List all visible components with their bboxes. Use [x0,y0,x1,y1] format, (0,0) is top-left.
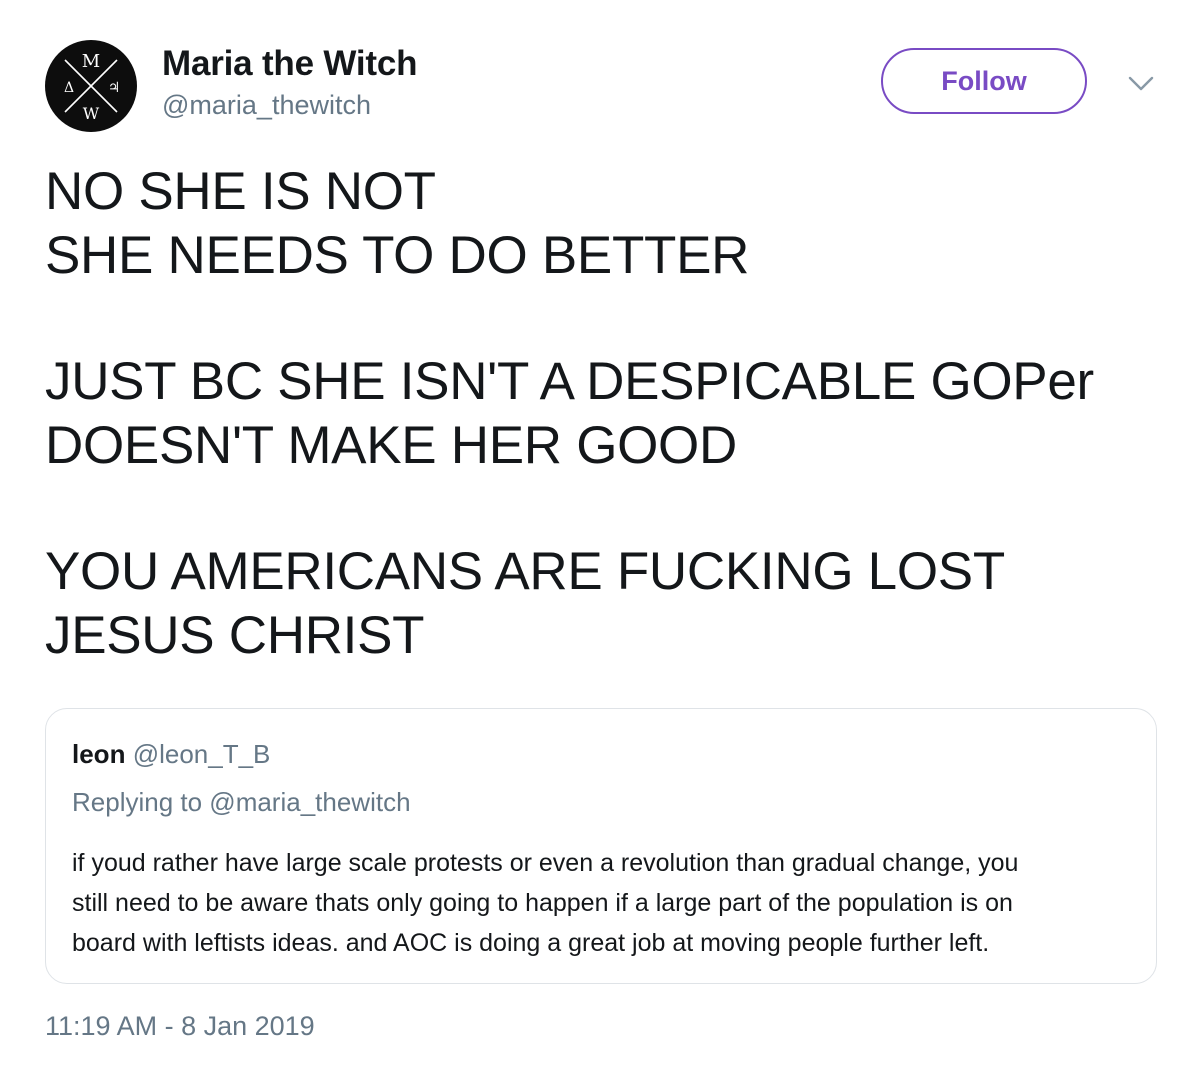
quoted-tweet-line: still need to be aware thats only going … [72,889,1013,917]
tweet-line: JUST BC SHE ISN'T A DESPICABLE GOPer [45,352,1094,411]
avatar-letter-top: M [82,51,100,72]
replying-to-label: Replying to @maria_thewitch [72,787,411,817]
avatar-letter-right: ♃ [108,80,121,96]
quoted-tweet-line: if youd rather have large scale protests… [72,849,1019,877]
tweet-line: DOESN'T MAKE HER GOOD [45,416,737,475]
tweet-timestamp[interactable]: 11:19 AM - 8 Jan 2019 [45,1011,315,1042]
more-options-button[interactable] [1126,72,1156,96]
tweet-line: JESUS CHRIST [45,606,425,665]
chevron-down-icon [1128,76,1154,91]
author-avatar[interactable]: M Δ ♃ W [45,40,137,132]
author-name[interactable]: Maria the Witch [162,44,418,84]
tweet-text: NO SHE IS NOT SHE NEEDS TO DO BETTER JUS… [45,160,1165,668]
follow-button[interactable]: Follow [881,48,1087,114]
quoted-tweet-line: board with leftists ideas. and AOC is do… [72,929,990,957]
quoted-author-handle: @leon_T_B [132,739,271,769]
tweet-line: NO SHE IS NOT [45,162,436,221]
tweet-line: SHE NEEDS TO DO BETTER [45,226,750,285]
quoted-author-name: leon [72,739,126,769]
avatar-letter-left: Δ [64,80,74,96]
witch-sigil-icon: M Δ ♃ W [64,51,121,123]
quoted-tweet-text: if youd rather have large scale protests… [72,843,1142,963]
avatar-letter-bottom: W [83,104,100,123]
quoted-tweet-card[interactable]: leon @leon_T_B Replying to @maria_thewit… [45,708,1157,984]
quoted-tweet-header: leon @leon_T_B [72,739,270,770]
tweet-line: YOU AMERICANS ARE FUCKING LOST [45,542,1005,601]
author-handle[interactable]: @maria_thewitch [162,90,371,121]
